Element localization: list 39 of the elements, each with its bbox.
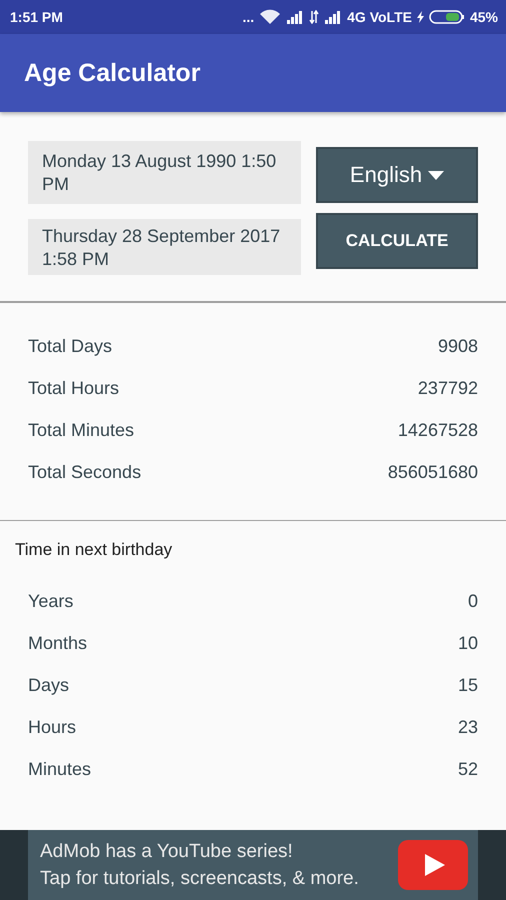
signal-icon (286, 10, 304, 24)
battery-level: 45% (470, 9, 498, 25)
row-label: Years (28, 590, 74, 612)
caret-icon (428, 170, 444, 180)
app-title: Age Calculator (24, 58, 200, 88)
ad-banner[interactable]: AdMob has a YouTube series! Tap for tutorials, screencasts, & more. (0, 830, 506, 900)
date-field[interactable]: Thursday 28 September 2017 1:58 PM (28, 219, 301, 275)
language-dropdown[interactable]: English (316, 147, 478, 203)
row-label: Months (28, 632, 88, 654)
row-value: 23 (458, 716, 478, 738)
row-value: 9908 (438, 336, 478, 356)
row-label: Minutes (28, 758, 92, 780)
row-value: 237792 (418, 378, 478, 398)
signal-icon (324, 10, 342, 24)
row-value: 0 (468, 590, 478, 612)
charging-icon (416, 11, 424, 23)
row-label: Days (28, 674, 70, 696)
battery-icon (428, 10, 465, 24)
play-icon (398, 840, 468, 890)
row-value: 15 (458, 674, 478, 696)
row-value: 856051680 (388, 462, 478, 482)
ad-text: Tap for tutorials, screencasts, & more. (40, 867, 359, 891)
row-label: Total Minutes (28, 420, 134, 440)
network-type: 4G VoLTE (347, 9, 412, 25)
row-value: 10 (458, 632, 478, 654)
row-label: Hours (28, 716, 76, 738)
date-field[interactable]: Monday 13 August 1990 1:50 PM (28, 141, 301, 204)
row-label: Total Days (28, 336, 112, 356)
wifi-icon (259, 9, 282, 25)
row-value: 14267528 (398, 420, 478, 440)
row-label: Total Hours (28, 378, 120, 398)
data-arrows-icon (309, 10, 320, 24)
row-label: Total Seconds (28, 462, 142, 482)
status-time: 1:51 PM (10, 9, 63, 25)
section-heading: Time in next birthday (14, 539, 174, 560)
row-value: 52 (458, 758, 478, 780)
ad-text: AdMob has a YouTube series! (40, 840, 294, 864)
notification-dots: ... (242, 9, 254, 25)
calculate-button[interactable]: CALCULATE (316, 213, 478, 269)
